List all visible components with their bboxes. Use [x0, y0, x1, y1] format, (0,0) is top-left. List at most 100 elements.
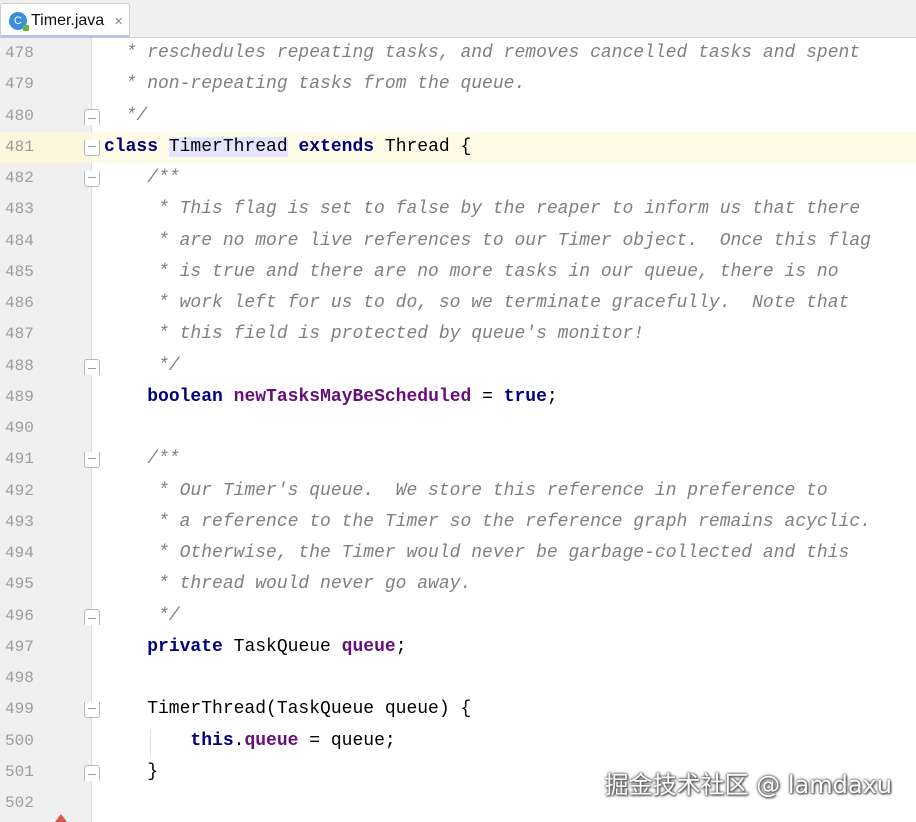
- code-line[interactable]: 486 * work left for us to do, so we term…: [0, 288, 916, 319]
- line-number: 479: [5, 75, 34, 94]
- fold-end-icon[interactable]: [84, 764, 100, 781]
- fold-collapse-icon[interactable]: [84, 702, 100, 719]
- code-line[interactable]: 495 * thread would never go away.: [0, 569, 916, 600]
- code-text: /**: [104, 163, 180, 194]
- line-number: 502: [5, 794, 34, 812]
- code-line[interactable]: 499 TimerThread(TaskQueue queue) {: [0, 694, 916, 725]
- line-number: 492: [5, 481, 34, 500]
- code-text: }: [104, 757, 158, 788]
- code-line[interactable]: 489 boolean newTasksMayBeScheduled = tru…: [0, 382, 916, 413]
- code-text: TimerThread(TaskQueue queue) {: [104, 694, 471, 725]
- code-token: TimerThread: [168, 136, 288, 157]
- line-number: 494: [5, 544, 34, 562]
- watermark: 掘金技术社区 @ lamdaxu: [604, 771, 892, 799]
- code-token: private: [147, 636, 223, 657]
- code-text: * a reference to the Timer so the refere…: [104, 507, 871, 538]
- line-number: 478: [5, 44, 34, 62]
- code-token: /**: [104, 449, 180, 470]
- code-line[interactable]: 497 private TaskQueue queue;: [0, 632, 916, 663]
- line-number: 498: [5, 669, 34, 687]
- code-token: .: [233, 730, 245, 751]
- fold-collapse-icon[interactable]: [84, 171, 100, 187]
- code-line[interactable]: 485 * is true and there are no more task…: [0, 257, 916, 288]
- line-number: 488: [5, 356, 34, 375]
- code-token: * work left for us to do, so we terminat…: [104, 293, 850, 313]
- code-token: */: [104, 355, 180, 376]
- code-line[interactable]: 493 * a reference to the Timer so the re…: [0, 507, 916, 538]
- code-line[interactable]: 498: [0, 663, 916, 694]
- code-token: * are no more live references to our Tim…: [104, 230, 871, 251]
- code-token: Thread {: [374, 136, 472, 157]
- code-text: * work left for us to do, so we terminat…: [104, 288, 849, 319]
- line-number: 489: [5, 387, 34, 406]
- code-text: * reschedules repeating tasks, and remov…: [104, 38, 861, 69]
- code-token: * thread would never go away.: [104, 574, 472, 595]
- line-number: 482: [5, 169, 34, 187]
- close-icon[interactable]: ×: [114, 13, 123, 30]
- code-token: =: [471, 386, 504, 407]
- code-line[interactable]: 480 */: [0, 101, 916, 132]
- fold-collapse-icon[interactable]: [84, 452, 100, 469]
- code-token: */: [104, 105, 148, 126]
- code-text: private TaskQueue queue;: [104, 632, 407, 663]
- code-line[interactable]: 500 this.queue = queue;: [0, 726, 916, 757]
- code-line[interactable]: 488 */: [0, 351, 916, 382]
- code-line[interactable]: 487 * this field is protected by queue's…: [0, 319, 916, 350]
- code-token: * is true and there are no more tasks in…: [104, 261, 839, 282]
- code-text: * is true and there are no more tasks in…: [104, 257, 839, 288]
- line-number: 495: [5, 575, 34, 594]
- tab-timer-java[interactable]: C Timer.java ×: [0, 3, 130, 38]
- code-text: * This flag is set to false by the reape…: [104, 194, 860, 225]
- code-token: true: [503, 386, 547, 407]
- code-text: class TimerThread extends Thread {: [104, 132, 471, 163]
- code-text: */: [104, 101, 148, 132]
- code-text: */: [104, 351, 180, 382]
- line-number: 496: [5, 606, 34, 625]
- code-editor[interactable]: 478 * reschedules repeating tasks, and r…: [0, 38, 916, 822]
- code-text: /**: [104, 444, 180, 475]
- code-line[interactable]: 492 * Our Timer's queue. We store this r…: [0, 476, 916, 507]
- code-text: this.queue = queue;: [104, 726, 396, 757]
- code-line[interactable]: 478 * reschedules repeating tasks, and r…: [0, 38, 916, 69]
- code-line[interactable]: 496 */: [0, 601, 916, 632]
- code-token: /**: [104, 168, 180, 188]
- java-class-icon: C: [9, 12, 29, 31]
- fold-end-icon[interactable]: [84, 608, 100, 625]
- code-text: * this field is protected by queue's mon…: [104, 319, 644, 350]
- line-number: 487: [5, 325, 34, 344]
- code-line[interactable]: 482 /**: [0, 163, 916, 194]
- line-number: 491: [5, 450, 34, 469]
- code-line[interactable]: 483 * This flag is set to false by the r…: [0, 194, 916, 225]
- code-line[interactable]: 484 * are no more live references to our…: [0, 226, 916, 257]
- code-line[interactable]: 479 * non-repeating tasks from the queue…: [0, 69, 916, 100]
- fold-end-icon[interactable]: [84, 108, 100, 125]
- code-token: TaskQueue: [222, 636, 342, 657]
- code-text: * are no more live references to our Tim…: [104, 226, 871, 257]
- fold-collapse-icon[interactable]: [84, 139, 100, 156]
- line-number: 493: [5, 512, 34, 531]
- line-number: 501: [5, 762, 34, 781]
- code-line[interactable]: 481 class TimerThread extends Thread {: [0, 131, 916, 164]
- code-token: * Our Timer's queue. We store this refer…: [104, 480, 828, 501]
- code-token: * this field is protected by queue's mon…: [104, 324, 645, 345]
- code-token: this: [190, 730, 234, 751]
- code-text: * thread would never go away.: [104, 569, 471, 600]
- code-token: * Otherwise, the Timer would never be ga…: [104, 543, 850, 563]
- editor-tab-bar: C Timer.java ×: [0, 0, 916, 38]
- line-number: 484: [5, 231, 34, 250]
- line-number: 490: [5, 419, 34, 437]
- code-line[interactable]: 494 * Otherwise, the Timer would never b…: [0, 538, 916, 569]
- code-token: queue: [244, 730, 299, 751]
- code-token: = queue;: [298, 730, 396, 751]
- code-token: * This flag is set to false by the reape…: [104, 199, 861, 220]
- line-number: 499: [5, 700, 34, 719]
- line-number: 500: [5, 731, 34, 750]
- code-token: ;: [395, 636, 407, 657]
- fold-end-icon[interactable]: [84, 358, 100, 375]
- code-line[interactable]: 490: [0, 413, 916, 444]
- code-line[interactable]: 491 /**: [0, 444, 916, 475]
- code-token: * reschedules repeating tasks, and remov…: [104, 43, 861, 63]
